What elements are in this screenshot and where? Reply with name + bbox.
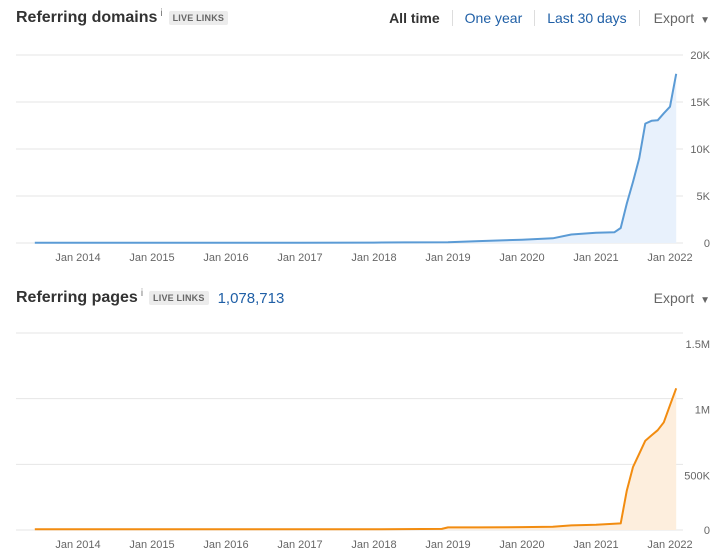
filter-one-year[interactable]: One year: [451, 10, 535, 26]
y-tick-label: 5K: [697, 191, 711, 203]
x-tick-label: Jan 2015: [129, 252, 174, 264]
x-tick-label: Jan 2019: [425, 252, 470, 264]
live-links-badge: LIVE LINKS: [168, 11, 229, 25]
x-tick-label: Jan 2017: [277, 252, 322, 264]
x-tick-label: Jan 2019: [425, 539, 470, 551]
y-tick-label: 20K: [690, 50, 710, 62]
x-tick-label: Jan 2015: [129, 539, 174, 551]
x-tick-label: Jan 2022: [647, 539, 692, 551]
referring-pages-title: Referring pages: [16, 289, 138, 306]
y-tick-label: 500K: [684, 470, 710, 482]
y-tick-label: 10K: [690, 144, 710, 156]
export-label: Export: [653, 290, 695, 306]
series-line: [34, 387, 678, 531]
referring-domains-header: Referring domains i LIVE LINKS All time …: [16, 7, 710, 29]
x-tick-label: Jan 2016: [203, 539, 248, 551]
referring-domains-chart: 0 5K 10K 15K 20K Jan 2014 Jan 2015 Jan 2016 Jan …: [16, 50, 711, 264]
live-links-badge: LIVE LINKS: [149, 291, 209, 305]
x-tick-label: Jan 2018: [351, 539, 396, 551]
x-tick-label: Jan 2021: [573, 539, 618, 551]
export-button-domains[interactable]: Export ▼: [638, 10, 710, 26]
filter-all-time[interactable]: All time: [377, 10, 452, 26]
x-tick-label: Jan 2014: [55, 539, 100, 551]
export-label: Export: [653, 10, 695, 26]
info-icon[interactable]: i: [160, 8, 162, 19]
caret-down-icon: ▼: [700, 295, 710, 306]
x-tick-label: Jan 2014: [55, 252, 100, 264]
x-tick-label: Jan 2021: [573, 252, 618, 264]
referring-pages-header: Referring pages i LIVE LINKS 1,078,713 E…: [16, 287, 710, 309]
x-tick-label: Jan 2018: [351, 252, 396, 264]
y-tick-label: 15K: [690, 97, 710, 109]
export-button-pages[interactable]: Export ▼: [640, 290, 710, 306]
series-area: [34, 388, 677, 530]
y-tick-label: 1M: [695, 405, 710, 417]
referring-domains-title: Referring domains: [16, 9, 158, 26]
referring-pages-chart: 0 500K 1M 1.5M Jan 2014 Jan 2015 Jan 2016 Jan 2…: [16, 332, 711, 551]
x-tick-label: Jan 2017: [277, 539, 322, 551]
x-tick-label: Jan 2016: [203, 252, 248, 264]
filter-last-30-days[interactable]: Last 30 days: [534, 10, 638, 26]
info-icon[interactable]: i: [141, 288, 143, 299]
x-tick-label: Jan 2022: [647, 252, 692, 264]
referring-pages-count: 1,078,713: [217, 289, 285, 307]
x-tick-label: Jan 2020: [499, 252, 544, 264]
series-line: [34, 73, 678, 244]
caret-down-icon: ▼: [700, 15, 710, 26]
x-tick-label: Jan 2020: [499, 539, 544, 551]
y-tick-label: 0: [704, 238, 710, 250]
series-area: [34, 73, 677, 243]
y-tick-label: 0: [704, 525, 710, 537]
y-tick-label: 1.5M: [686, 339, 710, 351]
